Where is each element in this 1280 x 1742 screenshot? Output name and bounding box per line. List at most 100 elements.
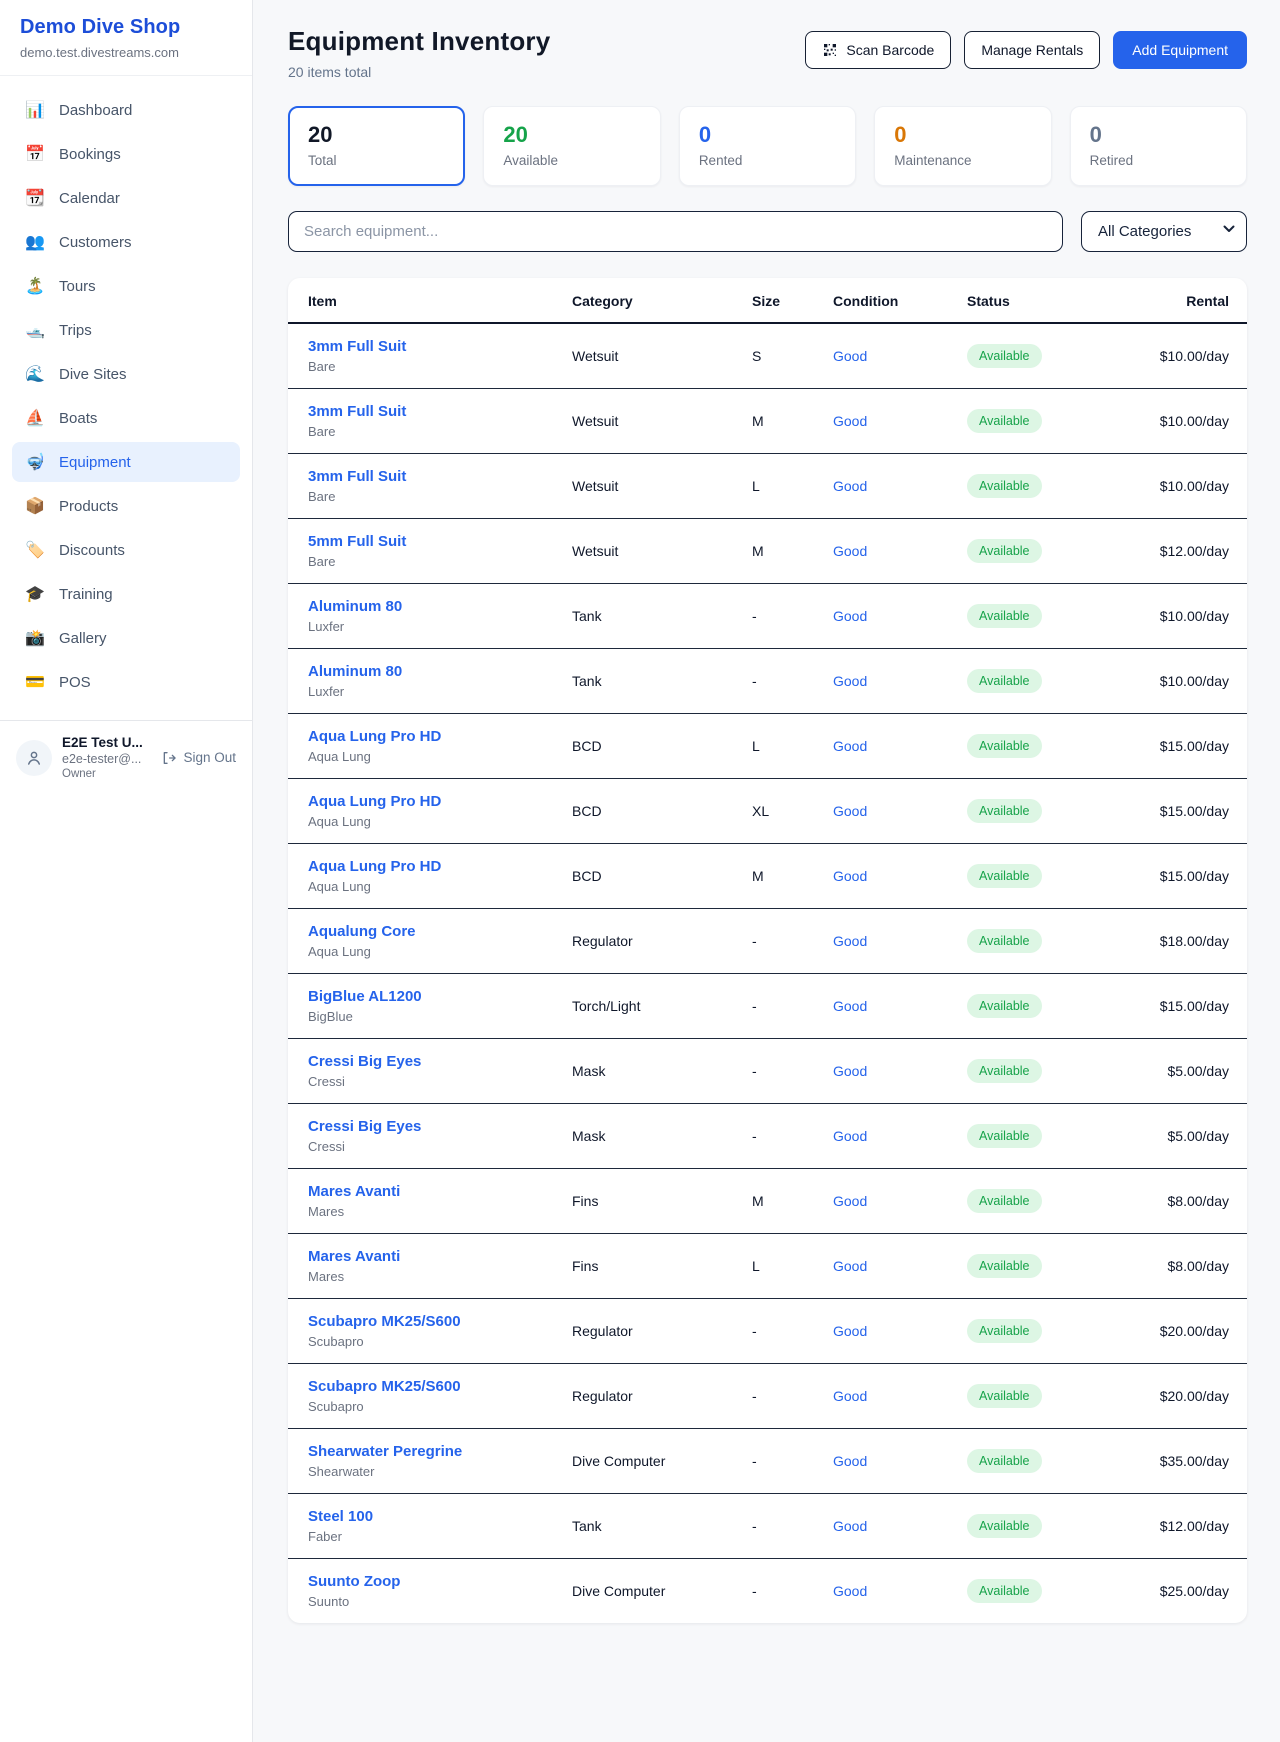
condition-link[interactable]: Good [833,1583,867,1599]
condition-link[interactable]: Good [833,1518,867,1534]
search-input[interactable] [288,211,1063,252]
item-name-link[interactable]: Aqua Lung Pro HD [308,793,441,810]
condition-link[interactable]: Good [833,868,867,884]
item-name-link[interactable]: Mares Avanti [308,1248,400,1265]
sidebar-item-bookings[interactable]: 📅 Bookings [12,134,240,174]
item-name-link[interactable]: Scubapro MK25/S600 [308,1378,461,1395]
condition-link[interactable]: Good [833,1453,867,1469]
item-name-link[interactable]: Scubapro MK25/S600 [308,1313,461,1330]
sidebar-item-dive-sites[interactable]: 🌊 Dive Sites [12,354,240,394]
item-name-link[interactable]: 3mm Full Suit [308,403,406,420]
item-name-link[interactable]: Cressi Big Eyes [308,1118,421,1135]
status-badge: Available [967,994,1042,1018]
add-equipment-button[interactable]: Add Equipment [1113,31,1247,69]
sidebar-item-equipment[interactable]: 🤿 Equipment [12,442,240,482]
category-cell: Regulator [564,909,744,974]
item-name-link[interactable]: 3mm Full Suit [308,338,406,355]
condition-link[interactable]: Good [833,1128,867,1144]
item-name-link[interactable]: Shearwater Peregrine [308,1443,462,1460]
stat-card-maintenance[interactable]: 0 Maintenance [874,106,1051,186]
item-brand: Faber [308,1529,556,1544]
item-name-link[interactable]: Aqua Lung Pro HD [308,858,441,875]
sidebar-item-calendar[interactable]: 📆 Calendar [12,178,240,218]
table-row: BigBlue AL1200 BigBlue Torch/Light - Goo… [288,974,1247,1039]
condition-link[interactable]: Good [833,478,867,494]
item-name-link[interactable]: Aluminum 80 [308,598,402,615]
item-name-link[interactable]: Suunto Zoop [308,1573,400,1590]
item-name-link[interactable]: Aqualung Core [308,923,416,940]
condition-link[interactable]: Good [833,673,867,689]
sidebar-item-products[interactable]: 📦 Products [12,486,240,526]
dive-mask-icon: 🤿 [24,452,46,472]
status-badge: Available [967,1319,1042,1343]
size-cell: - [744,1494,825,1559]
item-name-link[interactable]: Aqua Lung Pro HD [308,728,441,745]
nav-item-label: Equipment [59,454,131,471]
condition-link[interactable]: Good [833,608,867,624]
stat-card-rented[interactable]: 0 Rented [679,106,856,186]
nav-item-label: Boats [59,410,97,427]
user-role: Owner [62,768,151,780]
sidebar-item-training[interactable]: 🎓 Training [12,574,240,614]
condition-link[interactable]: Good [833,1258,867,1274]
item-name-link[interactable]: Steel 100 [308,1508,373,1525]
stat-card-retired[interactable]: 0 Retired [1070,106,1247,186]
rental-cell: $10.00/day [1099,584,1247,649]
item-name-link[interactable]: Aluminum 80 [308,663,402,680]
stat-card-available[interactable]: 20 Available [483,106,660,186]
condition-link[interactable]: Good [833,998,867,1014]
item-name-link[interactable]: 3mm Full Suit [308,468,406,485]
condition-link[interactable]: Good [833,1388,867,1404]
stat-card-total[interactable]: 20 Total [288,106,465,186]
sidebar-item-tours[interactable]: 🏝️ Tours [12,266,240,306]
table-row: Mares Avanti Mares Fins L Good Available… [288,1234,1247,1299]
category-select[interactable]: All Categories [1081,211,1247,252]
condition-link[interactable]: Good [833,413,867,429]
sidebar-item-gallery[interactable]: 📸 Gallery [12,618,240,658]
item-brand: Aqua Lung [308,749,556,764]
condition-link[interactable]: Good [833,543,867,559]
condition-link[interactable]: Good [833,933,867,949]
status-badge: Available [967,929,1042,953]
item-name-link[interactable]: Mares Avanti [308,1183,400,1200]
sidebar-item-trips[interactable]: 🛥️ Trips [12,310,240,350]
item-name-link[interactable]: Cressi Big Eyes [308,1053,421,1070]
table-row: Aqua Lung Pro HD Aqua Lung BCD XL Good A… [288,779,1247,844]
rental-cell: $10.00/day [1099,454,1247,519]
sidebar-item-customers[interactable]: 👥 Customers [12,222,240,262]
manage-rentals-button[interactable]: Manage Rentals [964,31,1100,69]
item-name-link[interactable]: BigBlue AL1200 [308,988,422,1005]
sidebar-item-boats[interactable]: ⛵ Boats [12,398,240,438]
condition-link[interactable]: Good [833,1063,867,1079]
sidebar-item-dashboard[interactable]: 📊 Dashboard [12,90,240,130]
rental-cell: $8.00/day [1099,1169,1247,1234]
item-brand: Suunto [308,1594,556,1609]
status-badge: Available [967,1579,1042,1603]
size-cell: XL [744,779,825,844]
calendar-icon: 📆 [24,188,46,208]
sign-out-button[interactable]: Sign Out [161,750,236,766]
scan-barcode-button[interactable]: Scan Barcode [805,31,951,69]
table-row: Mares Avanti Mares Fins M Good Available… [288,1169,1247,1234]
status-badge: Available [967,474,1042,498]
category-cell: Wetsuit [564,454,744,519]
status-badge: Available [967,864,1042,888]
nav-item-label: Training [59,586,113,603]
condition-link[interactable]: Good [833,1193,867,1209]
category-cell: BCD [564,714,744,779]
table-row: Aqua Lung Pro HD Aqua Lung BCD L Good Av… [288,714,1247,779]
item-brand: Luxfer [308,619,556,634]
category-cell: Fins [564,1169,744,1234]
item-name-link[interactable]: 5mm Full Suit [308,533,406,550]
sidebar-item-discounts[interactable]: 🏷️ Discounts [12,530,240,570]
size-cell: - [744,1104,825,1169]
category-cell: Wetsuit [564,323,744,389]
condition-link[interactable]: Good [833,738,867,754]
table-row: Cressi Big Eyes Cressi Mask - Good Avail… [288,1039,1247,1104]
condition-link[interactable]: Good [833,1323,867,1339]
condition-link[interactable]: Good [833,803,867,819]
condition-link[interactable]: Good [833,348,867,364]
sidebar-item-pos[interactable]: 💳 POS [12,662,240,702]
item-brand: Bare [308,424,556,439]
status-badge: Available [967,1449,1042,1473]
